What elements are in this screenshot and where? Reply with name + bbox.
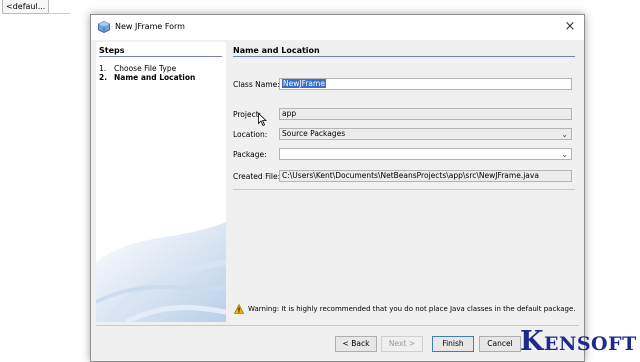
step-label: Choose File Type <box>114 64 177 73</box>
close-icon[interactable]: × <box>562 19 578 35</box>
step-label: Name and Location <box>114 73 196 82</box>
netbeans-cube-icon <box>98 21 110 33</box>
ide-toolbar: — <box>48 0 114 14</box>
step-number: 2. <box>99 73 108 82</box>
panel-divider <box>233 56 575 57</box>
project-label: Project: <box>233 110 262 119</box>
dialog-titlebar[interactable]: New JFrame Form × <box>91 15 584 40</box>
package-combobox[interactable]: ⌄ <box>279 148 572 160</box>
steps-heading: Steps <box>99 46 125 55</box>
step-item-name-and-location: 2. Name and Location <box>99 73 195 82</box>
new-jframe-dialog: New JFrame Form × Steps 1. Choose File Ty… <box>90 14 585 362</box>
ide-left-panel: <defaul... <box>0 0 71 360</box>
step-item-choose-file-type: 1. Choose File Type <box>99 64 176 73</box>
class-name-value: NewJFrame <box>282 79 326 88</box>
name-location-panel: Name and Location Class Name: NewJFrame … <box>229 42 581 322</box>
kensoft-watermark-logo: KENSOFT <box>520 326 637 357</box>
location-value: Source Packages <box>282 129 346 138</box>
location-label: Location: <box>233 130 268 139</box>
chevron-down-icon[interactable]: ⌄ <box>561 130 568 140</box>
next-button[interactable]: Next > <box>381 336 423 352</box>
package-label: Package: <box>233 150 267 159</box>
ide-editor-tab[interactable]: <defaul... <box>2 0 50 14</box>
finish-button[interactable]: Finish <box>432 336 474 352</box>
back-button[interactable]: < Back <box>335 336 377 352</box>
project-field: app <box>279 108 572 120</box>
chevron-down-icon[interactable]: ⌄ <box>561 150 568 160</box>
mouse-cursor-icon <box>258 113 267 126</box>
location-select[interactable]: Source Packages ⌄ <box>279 128 572 140</box>
fields-divider <box>233 189 575 190</box>
panel-heading: Name and Location <box>233 46 320 55</box>
steps-panel: Steps 1. Choose File Type 2. Name and Loca… <box>96 42 226 322</box>
class-name-input[interactable]: NewJFrame <box>279 78 572 90</box>
class-name-label: Class Name: <box>233 80 280 89</box>
cancel-button[interactable]: Cancel <box>479 336 521 352</box>
buttons-divider <box>96 325 579 326</box>
warning-icon <box>234 304 244 314</box>
steps-decorative-swoosh <box>96 222 226 322</box>
created-file-label: Created File: <box>233 172 281 181</box>
logo-initial: K <box>520 326 544 357</box>
logo-rest: ENSOFT <box>543 333 637 355</box>
dialog-title: New JFrame Form <box>115 22 185 31</box>
warning-message: Warning: It is highly recommended that y… <box>248 305 576 313</box>
step-number: 1. <box>99 64 107 73</box>
steps-divider <box>99 56 222 57</box>
created-file-field: C:\Users\Kent\Documents\NetBeansProjects… <box>279 170 572 182</box>
